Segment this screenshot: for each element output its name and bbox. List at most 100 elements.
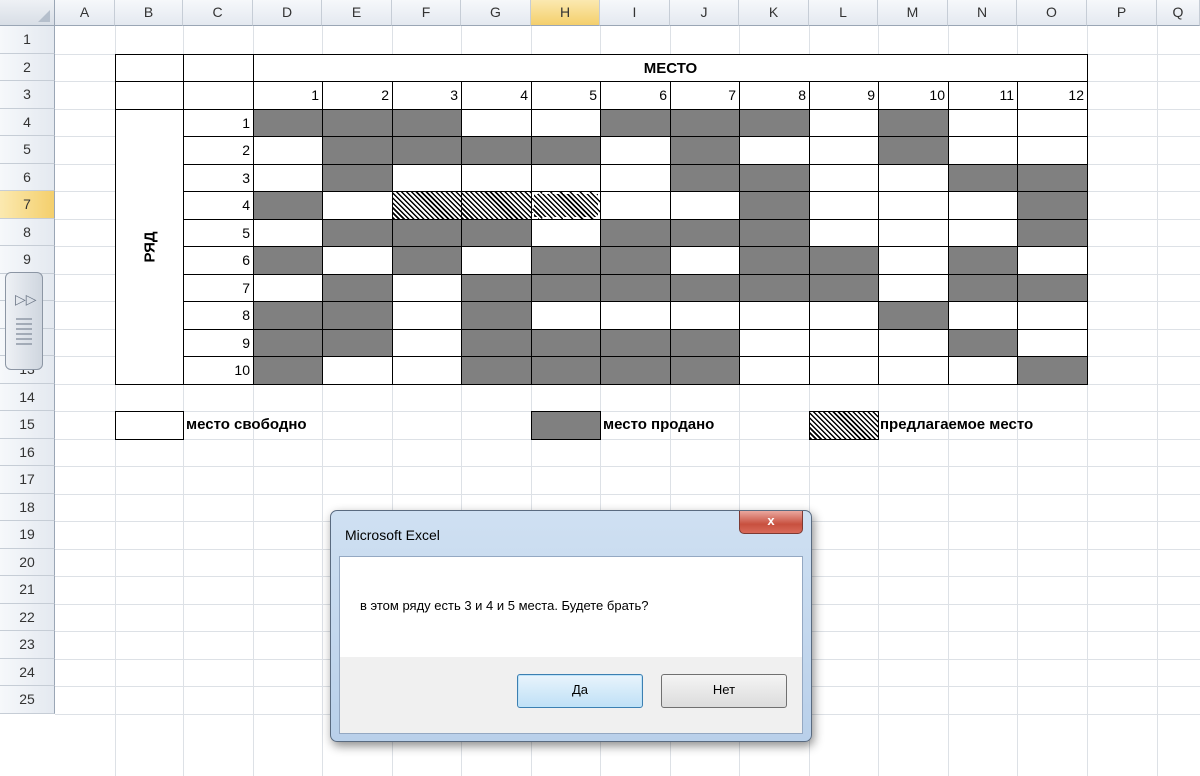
row-header-1[interactable]: 1 (0, 26, 55, 54)
seat-sold[interactable] (1017, 163, 1088, 192)
seat-sold[interactable] (461, 273, 532, 302)
seat-free[interactable] (878, 163, 949, 192)
row-header-2[interactable]: 2 (0, 53, 55, 81)
seat-sold[interactable] (670, 108, 740, 137)
seat-sold[interactable] (878, 108, 949, 137)
row-header-3[interactable]: 3 (0, 81, 55, 109)
seat-sold[interactable] (322, 163, 393, 192)
column-header-n[interactable]: N (948, 0, 1017, 26)
seat-sold[interactable] (461, 356, 532, 385)
seat-free[interactable] (670, 191, 740, 220)
seat-free[interactable] (878, 191, 949, 220)
seat-sold[interactable] (392, 108, 462, 137)
seat-free[interactable] (253, 163, 323, 192)
seat-sold[interactable] (322, 328, 393, 357)
column-header-i[interactable]: I (600, 0, 670, 26)
seat-free[interactable] (253, 218, 323, 247)
seat-free[interactable] (739, 356, 810, 385)
seat-free[interactable] (461, 108, 532, 137)
row-header-23[interactable]: 23 (0, 631, 55, 659)
seat-sold[interactable] (600, 328, 671, 357)
row-header-18[interactable]: 18 (0, 493, 55, 521)
seat-free[interactable] (809, 163, 879, 192)
grip-icon[interactable] (16, 317, 32, 345)
column-header-c[interactable]: C (183, 0, 253, 26)
seat-free[interactable] (600, 191, 671, 220)
row-header-20[interactable]: 20 (0, 548, 55, 576)
seat-sold[interactable] (670, 273, 740, 302)
seat-proposed[interactable] (461, 191, 532, 220)
seat-sold[interactable] (739, 246, 810, 275)
column-header-b[interactable]: B (115, 0, 183, 26)
row-header-17[interactable]: 17 (0, 466, 55, 494)
seat-sold[interactable] (461, 136, 532, 165)
seat-free[interactable] (392, 356, 462, 385)
yes-button[interactable]: Да (517, 674, 643, 708)
seat-sold[interactable] (253, 301, 323, 330)
seat-free[interactable] (948, 356, 1018, 385)
seat-free[interactable] (253, 136, 323, 165)
row-header-14[interactable]: 14 (0, 383, 55, 411)
seat-sold[interactable] (600, 356, 671, 385)
expand-icon[interactable]: ▷▷ (15, 291, 37, 308)
seat-sold[interactable] (392, 136, 462, 165)
seat-free[interactable] (531, 301, 601, 330)
seat-free[interactable] (322, 191, 393, 220)
seat-sold[interactable] (531, 273, 601, 302)
seat-sold[interactable] (1017, 191, 1088, 220)
seat-sold[interactable] (739, 191, 810, 220)
seat-free[interactable] (253, 273, 323, 302)
seat-sold[interactable] (531, 136, 601, 165)
row-header-6[interactable]: 6 (0, 163, 55, 191)
seat-free[interactable] (739, 136, 810, 165)
seat-free[interactable] (948, 108, 1018, 137)
row-header-22[interactable]: 22 (0, 603, 55, 631)
row-header-8[interactable]: 8 (0, 218, 55, 246)
seat-free[interactable] (878, 356, 949, 385)
seat-free[interactable] (1017, 136, 1088, 165)
seat-free[interactable] (600, 163, 671, 192)
seat-sold[interactable] (670, 356, 740, 385)
seat-free[interactable] (461, 246, 532, 275)
row-header-24[interactable]: 24 (0, 658, 55, 686)
seat-sold[interactable] (253, 108, 323, 137)
seat-free[interactable] (1017, 246, 1088, 275)
seat-free[interactable] (531, 218, 601, 247)
row-header-25[interactable]: 25 (0, 686, 55, 714)
row-header-16[interactable]: 16 (0, 438, 55, 466)
seat-sold[interactable] (878, 136, 949, 165)
seat-free[interactable] (809, 328, 879, 357)
seat-sold[interactable] (948, 273, 1018, 302)
seat-proposed[interactable] (531, 191, 601, 220)
select-all-corner[interactable] (0, 0, 55, 26)
seat-sold[interactable] (809, 273, 879, 302)
seat-sold[interactable] (600, 108, 671, 137)
row-header-9[interactable]: 9 (0, 246, 55, 274)
column-header-l[interactable]: L (809, 0, 878, 26)
seat-free[interactable] (809, 136, 879, 165)
seat-sold[interactable] (948, 163, 1018, 192)
seat-free[interactable] (809, 301, 879, 330)
seat-free[interactable] (878, 246, 949, 275)
no-button[interactable]: Нет (661, 674, 787, 708)
seat-sold[interactable] (253, 191, 323, 220)
row-header-4[interactable]: 4 (0, 108, 55, 136)
seat-free[interactable] (739, 301, 810, 330)
close-button[interactable]: x (739, 511, 803, 534)
row-header-19[interactable]: 19 (0, 521, 55, 549)
seat-sold[interactable] (948, 246, 1018, 275)
column-header-a[interactable]: A (55, 0, 115, 26)
column-header-g[interactable]: G (461, 0, 531, 26)
seat-free[interactable] (948, 218, 1018, 247)
seat-sold[interactable] (322, 108, 393, 137)
seat-sold[interactable] (948, 328, 1018, 357)
seat-sold[interactable] (461, 328, 532, 357)
seat-sold[interactable] (600, 273, 671, 302)
column-header-f[interactable]: F (392, 0, 461, 26)
seat-free[interactable] (948, 191, 1018, 220)
seat-sold[interactable] (670, 328, 740, 357)
seat-proposed[interactable] (392, 191, 462, 220)
seat-sold[interactable] (739, 218, 810, 247)
seat-sold[interactable] (1017, 273, 1088, 302)
seat-free[interactable] (948, 136, 1018, 165)
